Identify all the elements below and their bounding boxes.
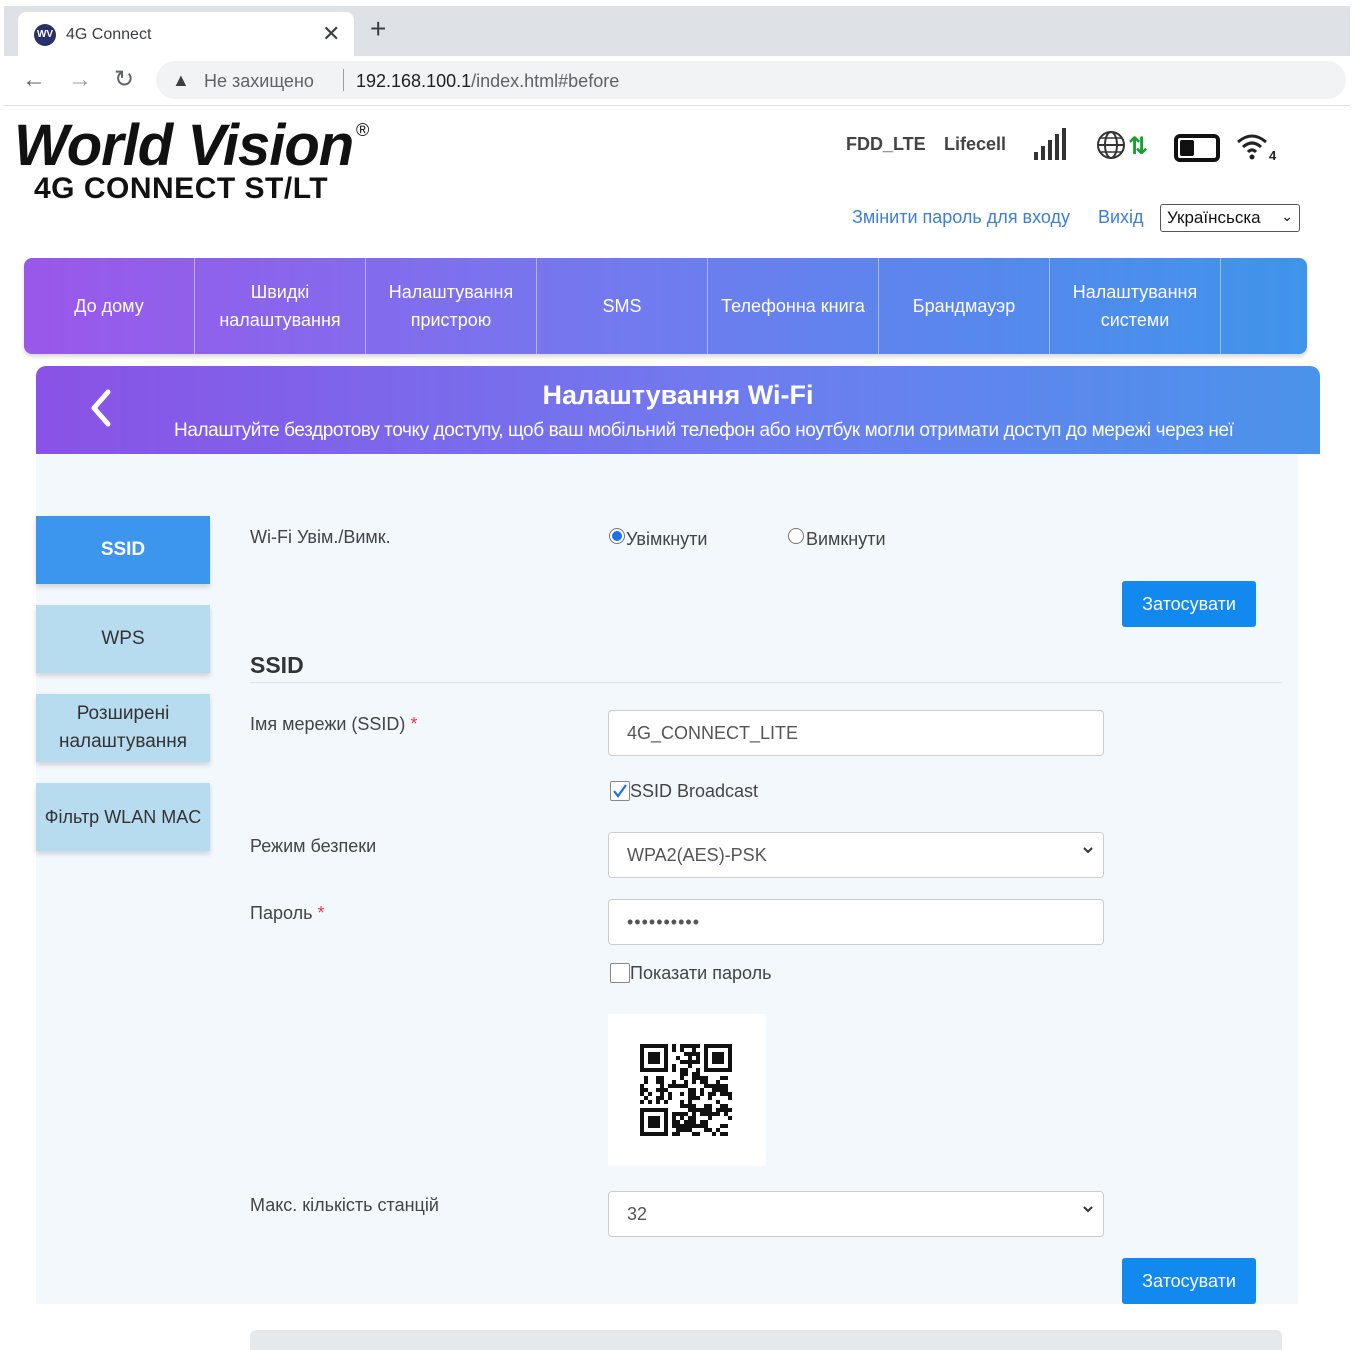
sidebar-item-advanced[interactable]: Розширені налаштування [36, 694, 210, 762]
battery-icon [1174, 134, 1220, 162]
max-stations-select[interactable]: 32 [608, 1191, 1104, 1237]
not-secure-label[interactable]: Не захищено [204, 71, 314, 92]
wifi-clients-count: 4 [1269, 148, 1277, 162]
checkmark-icon [613, 784, 627, 798]
password-label-text: Пароль [250, 903, 313, 923]
menu-device-settings[interactable]: Налаштування пристрою [366, 258, 537, 354]
wifi-off-radio[interactable] [788, 528, 804, 544]
warning-triangle-icon[interactable]: ▲ [172, 70, 190, 91]
ssid-label: Імя мережи (SSID) * [250, 714, 417, 735]
omnibox-separator [343, 69, 344, 91]
back-arrow-icon[interactable]: ← [22, 66, 46, 94]
language-value: Українсьска [1167, 208, 1261, 227]
data-transfer-arrows-icon: ⇅ [1128, 132, 1149, 160]
wifi-on-label[interactable]: Увімкнути [626, 529, 707, 550]
qr-code-icon [640, 1044, 732, 1136]
globe-icon [1097, 131, 1125, 159]
section-title: SSID [250, 652, 304, 678]
required-mark: * [317, 903, 325, 923]
security-mode-value: WPA2(AES)-PSK [627, 845, 767, 865]
content-panel [36, 454, 1298, 1304]
url-text[interactable]: 192.168.100.1/index.html#before [356, 71, 619, 92]
bottom-info-bar [250, 1330, 1282, 1350]
close-icon[interactable]: ✕ [322, 21, 340, 47]
ssid-broadcast-label[interactable]: SSID Broadcast [630, 781, 758, 802]
ssid-label-text: Імя мережи (SSID) [250, 714, 406, 734]
sidebar-item-mac-filter[interactable]: Фільтр WLAN MAC [36, 783, 210, 851]
chevron-down-icon [1083, 847, 1093, 854]
browser-tab[interactable]: WV 4G Connect ✕ [18, 12, 354, 56]
address-bar: ← → ↻ ▲ Не захищено 192.168.100.1/index.… [4, 56, 1350, 106]
section-divider [250, 682, 1282, 683]
wifi-off-label[interactable]: Вимкнути [806, 529, 886, 550]
required-mark: * [410, 714, 418, 734]
chevron-down-icon [1083, 1206, 1093, 1213]
brand-logo: World Vision [14, 113, 354, 178]
chevron-down-icon: ⌄ [1281, 208, 1293, 224]
network-type: FDD_LTE [846, 134, 926, 154]
show-password-checkbox[interactable] [610, 963, 630, 983]
tab-title: 4G Connect [66, 26, 152, 43]
page-description: Налаштуйте бездротову точку доступу, щоб… [174, 420, 1234, 441]
menu-firewall[interactable]: Брандмауэр [879, 258, 1050, 354]
sidebar-item-wps[interactable]: WPS [36, 605, 210, 673]
change-password-link[interactable]: Змінити пароль для входу [852, 207, 1070, 228]
max-stations-value: 32 [627, 1204, 648, 1224]
forward-arrow-icon[interactable]: → [68, 66, 92, 94]
url-path: /index.html#before [471, 71, 620, 91]
menu-sms[interactable]: SMS [537, 258, 708, 354]
page-title: Налаштування Wi-Fi [542, 380, 814, 410]
operator-name: Lifecell [944, 134, 1007, 154]
wifi-on-radio[interactable] [609, 528, 625, 544]
security-mode-select[interactable]: WPA2(AES)-PSK [608, 832, 1104, 878]
menu-phonebook[interactable]: Телефонна книга [708, 258, 879, 354]
menu-system-settings[interactable]: Налаштування системи [1050, 258, 1221, 354]
menu-quick-settings[interactable]: Швидкі налаштування [195, 258, 366, 354]
signal-strength-icon [1034, 128, 1070, 160]
page-header-banner: Налаштування Wi-Fi Налаштуйте бездротову… [36, 366, 1320, 454]
apply-ssid-settings-button[interactable]: Затосувати [1122, 1258, 1256, 1304]
sidebar-item-ssid[interactable]: SSID [36, 516, 210, 584]
menu-home[interactable]: До дому [24, 258, 195, 354]
wifi-icon: 4 [1237, 134, 1277, 162]
password-input[interactable]: •••••••••• [608, 899, 1104, 945]
max-stations-label: Макс. кількість станцій [250, 1195, 439, 1215]
ssid-input[interactable]: 4G_CONNECT_LITE [608, 710, 1104, 756]
show-password-label[interactable]: Показати пароль [630, 963, 771, 984]
url-omnibox[interactable]: ▲ Не захищено 192.168.100.1/index.html#b… [156, 61, 1346, 99]
wv-favicon-icon: WV [34, 24, 56, 46]
security-mode-label: Режим безпеки [250, 836, 377, 856]
url-host: 192.168.100.1 [356, 71, 472, 91]
password-label: Пароль * [250, 903, 325, 924]
registered-mark: ® [356, 120, 370, 140]
reload-icon[interactable]: ↻ [114, 66, 134, 94]
ssid-broadcast-checkbox[interactable] [610, 781, 630, 801]
logout-link[interactable]: Вихід [1098, 207, 1144, 228]
browser-tab-strip: WV 4G Connect ✕ + [4, 6, 1350, 56]
wifi-toggle-label: Wi-Fi Увім./Вимк. [250, 527, 391, 547]
product-name: 4G CONNECT ST/LT [34, 172, 329, 205]
apply-wifi-toggle-button[interactable]: Затосувати [1122, 581, 1256, 627]
wifi-qr-code [608, 1014, 766, 1166]
language-select[interactable]: Українсьска ⌄ [1160, 204, 1300, 232]
new-tab-plus-icon[interactable]: + [370, 14, 386, 44]
main-menu: До дому Швидкі налаштування Налаштування… [24, 258, 1307, 354]
